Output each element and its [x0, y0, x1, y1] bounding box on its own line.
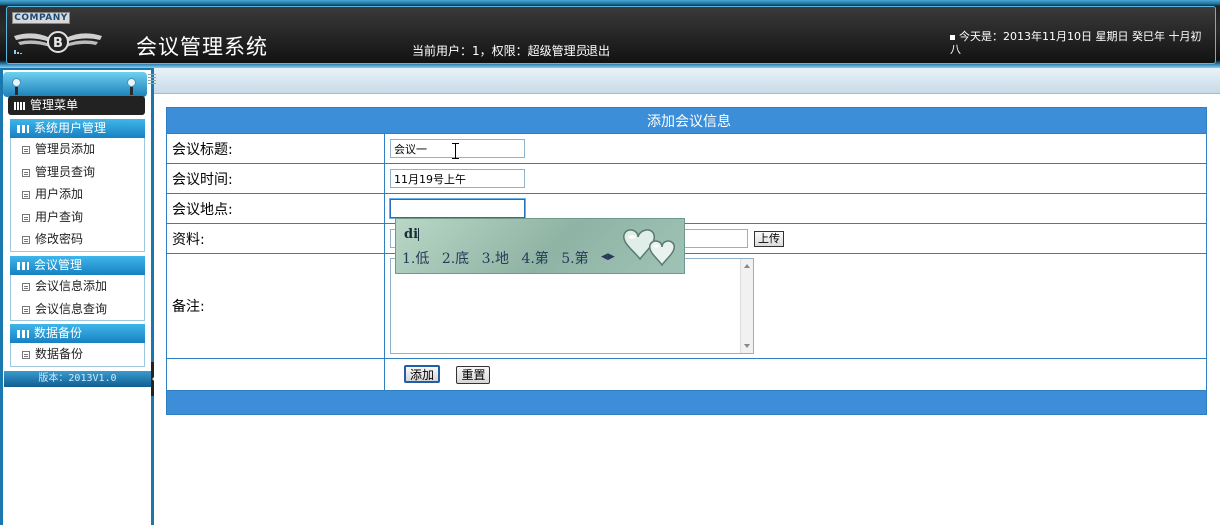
- bullet-icon: [950, 34, 955, 40]
- scroll-up-icon: [744, 264, 750, 268]
- date-text: 今天是：2013年11月10日 星期日 癸巳年 十月初八: [950, 30, 1202, 56]
- form-title: 添加会议信息: [166, 107, 1207, 134]
- section-bars-icon: [17, 125, 29, 133]
- sidebar-item-label: 管理员添加: [35, 142, 96, 156]
- sidebar: 管理菜单 系统用户管理 管理员添加 管理员查询 用户添加 用户查询 修改密码 会…: [0, 68, 158, 525]
- section-title: 系统用户管理: [34, 121, 107, 135]
- ime-candidate[interactable]: 2.底: [442, 251, 469, 267]
- sidebar-section-body: 会议信息添加 会议信息查询: [10, 275, 145, 321]
- company-badge: COMPANY: [12, 12, 70, 24]
- meeting-location-input[interactable]: [390, 199, 525, 218]
- ime-candidate[interactable]: 1.低: [402, 251, 429, 267]
- main-toolbar: [154, 68, 1220, 94]
- actions-spacer: [166, 358, 385, 391]
- sidebar-item-label: 数据备份: [35, 347, 84, 361]
- ime-candidate-window[interactable]: di 1.低 2.底 3.地 4.第 5.第 ◀▶: [395, 218, 685, 274]
- menu-title-label: 管理菜单: [30, 98, 79, 112]
- winged-b-logo-icon: B: [14, 31, 102, 54]
- sidebar-item-data-backup[interactable]: 数据备份: [11, 343, 144, 366]
- ime-input-text: di: [404, 227, 419, 242]
- scroll-down-icon: [744, 344, 750, 348]
- hearts-skin-icon: [623, 229, 675, 267]
- current-user-info: 当前用户：1，权限：超级管理员: [412, 44, 588, 58]
- material-label: 资料:: [166, 223, 385, 254]
- svg-text:B: B: [53, 36, 63, 51]
- sidebar-section-meeting-management[interactable]: 会议管理: [10, 256, 145, 275]
- sidebar-section-body: 管理员添加 管理员查询 用户添加 用户查询 修改密码: [10, 138, 145, 252]
- date-display: 今天是：2013年11月10日 星期日 癸巳年 十月初八: [950, 30, 1212, 56]
- version-label: 版本：2013V1.0: [4, 371, 151, 387]
- sidebar-item-user-query[interactable]: 用户查询: [11, 206, 144, 229]
- sidebar-item-label: 会议信息添加: [35, 279, 108, 293]
- meeting-time-label: 会议时间:: [166, 163, 385, 194]
- document-icon: [22, 351, 30, 359]
- pin-icon: [127, 78, 136, 95]
- sidebar-item-label: 会议信息查询: [35, 301, 108, 316]
- document-icon: [22, 236, 30, 244]
- upload-button[interactable]: 上传: [754, 230, 784, 247]
- textarea-scrollbar[interactable]: [740, 259, 753, 353]
- sidebar-item-meeting-add[interactable]: 会议信息添加: [11, 275, 144, 298]
- document-icon: [22, 146, 30, 154]
- ime-candidate[interactable]: 4.第: [521, 251, 548, 267]
- ime-candidate[interactable]: 5.第: [561, 251, 588, 267]
- ime-candidate-list: 1.低 2.底 3.地 4.第 5.第: [402, 248, 597, 268]
- logout-link[interactable]: 退出: [586, 42, 610, 59]
- toolbar-grip-icon: [148, 74, 156, 86]
- add-button[interactable]: 添加: [404, 365, 441, 383]
- sidebar-section-data-backup[interactable]: 数据备份: [10, 324, 145, 343]
- notes-label: 备注:: [166, 253, 385, 359]
- meeting-time-input[interactable]: [390, 169, 525, 188]
- sidebar-item-meeting-query[interactable]: 会议信息查询: [11, 298, 144, 321]
- ime-composition: di: [404, 227, 420, 242]
- document-icon: [22, 168, 30, 177]
- document-icon: [22, 305, 30, 314]
- text-cursor-icon: [452, 143, 459, 159]
- menu-title: 管理菜单: [8, 96, 145, 115]
- ime-page-arrows-icon[interactable]: ◀▶: [601, 252, 615, 262]
- sidebar-item-admin-query[interactable]: 管理员查询: [11, 161, 144, 184]
- section-bars-icon: [17, 330, 29, 338]
- grid-icon: [14, 102, 26, 110]
- app-title: 会议管理系统: [136, 35, 268, 59]
- section-title: 数据备份: [34, 326, 83, 340]
- sidebar-item-label: 修改密码: [35, 232, 84, 246]
- document-icon: [22, 191, 30, 199]
- ime-candidate[interactable]: 3.地: [482, 251, 509, 267]
- meeting-title-label: 会议标题:: [166, 133, 385, 164]
- sidebar-section-user-management[interactable]: 系统用户管理: [10, 119, 145, 138]
- sidebar-item-label: 用户添加: [35, 187, 84, 201]
- document-icon: [22, 213, 30, 222]
- section-bars-icon: [17, 262, 29, 270]
- sidebar-item-label: 管理员查询: [35, 164, 96, 179]
- pin-icon: [12, 78, 21, 95]
- sidebar-item-label: 用户查询: [35, 209, 84, 224]
- meeting-location-label: 会议地点:: [166, 193, 385, 224]
- sidebar-item-admin-add[interactable]: 管理员添加: [11, 138, 144, 161]
- section-title: 会议管理: [34, 258, 83, 272]
- add-meeting-form: 添加会议信息 会议标题: 会议时间: 会议地点: 资料: 上传 备注: 添加 重…: [166, 107, 1207, 415]
- reset-button[interactable]: 重置: [456, 366, 491, 384]
- sidebar-top-bar: [3, 72, 147, 97]
- document-icon: [22, 283, 30, 291]
- sidebar-section-body: 数据备份: [10, 343, 145, 367]
- form-footer: [166, 390, 1207, 415]
- sidebar-item-change-password[interactable]: 修改密码: [11, 228, 144, 251]
- sidebar-item-user-add[interactable]: 用户添加: [11, 183, 144, 206]
